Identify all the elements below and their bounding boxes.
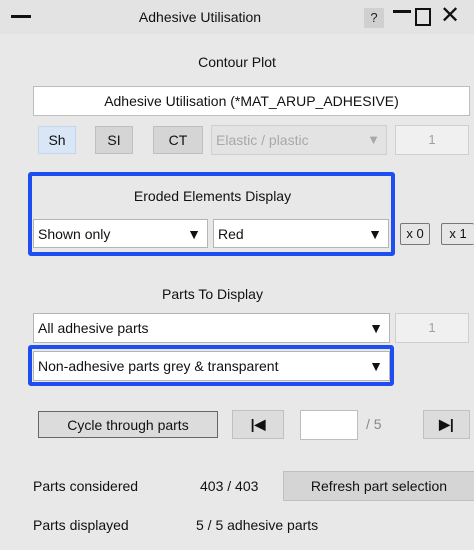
chevron-down-icon: ▼ <box>369 320 383 336</box>
sh-button[interactable]: Sh <box>38 126 76 154</box>
window-title: Adhesive Utilisation <box>138 9 262 25</box>
skip-first-icon: |◀ <box>250 416 266 432</box>
parts-considered-value: 403 / 403 <box>200 478 259 494</box>
parts-select[interactable]: All adhesive parts ▼ <box>33 313 390 343</box>
adhesive-utilisation-panel: Adhesive Utilisation ? ✕ Contour Plot Ad… <box>0 0 474 550</box>
skip-last-button[interactable]: ▶| <box>423 410 470 439</box>
cycle-parts-button[interactable]: Cycle through parts <box>38 411 218 438</box>
window-menu-icon[interactable] <box>11 15 31 18</box>
contour-plot-heading: Contour Plot <box>198 54 276 70</box>
close-icon[interactable]: ✕ <box>440 3 460 29</box>
parts-displayed-value: 5 / 5 adhesive parts <box>196 517 319 533</box>
nonadhesive-highlight <box>28 345 394 386</box>
parts-to-display-heading: Parts To Display <box>162 286 263 302</box>
si-button[interactable]: SI <box>95 126 133 154</box>
parts-considered-label: Parts considered <box>33 478 139 494</box>
chevron-down-icon: ▼ <box>367 132 380 147</box>
parts-select-value: All adhesive parts <box>38 320 149 336</box>
skip-last-icon: ▶| <box>439 416 454 432</box>
parts-displayed-label: Parts displayed <box>33 517 129 533</box>
skip-first-button[interactable]: |◀ <box>232 410 284 439</box>
parts-index-field[interactable]: 1 <box>395 313 469 343</box>
part-cycle-total: / 5 <box>366 416 382 432</box>
part-cycle-index-field[interactable] <box>300 410 358 440</box>
contour-type-field[interactable]: Adhesive Utilisation (*MAT_ARUP_ADHESIVE… <box>33 86 470 116</box>
minimize-icon[interactable] <box>393 10 411 13</box>
contour-index-field[interactable]: 1 <box>395 125 469 155</box>
ct-button[interactable]: CT <box>153 126 203 154</box>
help-button[interactable]: ? <box>364 8 384 28</box>
eroded-elements-highlight <box>28 172 395 256</box>
refresh-part-selection-button[interactable]: Refresh part selection <box>283 471 474 501</box>
maximize-icon[interactable] <box>415 8 431 26</box>
title-bar[interactable]: Adhesive Utilisation ? ✕ <box>0 0 474 34</box>
plot-mode-select[interactable]: Elastic / plastic ▼ <box>211 125 387 155</box>
x0-button[interactable]: x 0 <box>400 223 430 245</box>
x1-button[interactable]: x 1 <box>441 223 474 245</box>
plot-mode-select-value: Elastic / plastic <box>216 132 309 148</box>
